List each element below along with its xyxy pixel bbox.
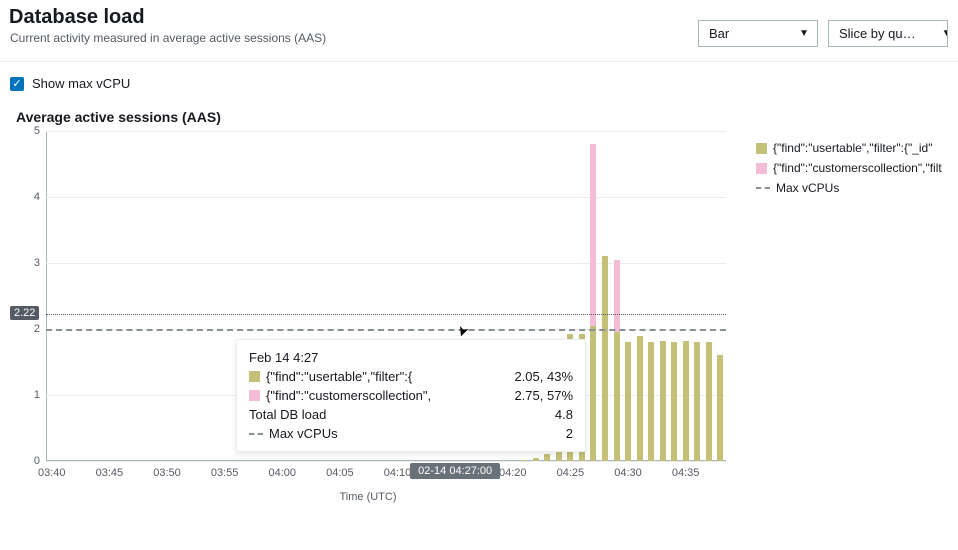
- x-tick-label: 04:10: [384, 467, 412, 479]
- chevron-down-icon: ▼: [799, 28, 809, 39]
- tooltip-total-value: 4.8: [555, 407, 573, 422]
- tooltip-maxvcpu-value: 2: [566, 426, 573, 441]
- x-tick-label: 04:05: [326, 467, 354, 479]
- legend-item[interactable]: {"find":"usertable","filter":{"_id": [756, 141, 948, 155]
- page-subtitle: Current activity measured in average act…: [10, 31, 326, 45]
- x-tick-label: 03:40: [38, 467, 66, 479]
- bar-segment-usertable: [602, 256, 608, 461]
- bar-segment-usertable: [590, 326, 596, 461]
- tooltip-dash-icon: [249, 433, 263, 435]
- chevron-down-icon: ▼: [942, 28, 948, 39]
- slice-by-value: Slice by qu…: [839, 26, 916, 41]
- x-ticks: 03:4003:4503:5003:5504:0004:0504:1004:15…: [46, 461, 726, 475]
- avg-badge: 2.22: [10, 306, 39, 320]
- bar-segment-usertable: [637, 336, 643, 461]
- x-tick-label: 04:20: [499, 467, 527, 479]
- options-row: ✓ Show max vCPU: [0, 62, 958, 95]
- x-tick-label: 03:55: [211, 467, 239, 479]
- bar-segment-usertable: [544, 454, 550, 461]
- legend-label: Max vCPUs: [776, 181, 839, 195]
- bar-segment-usertable: [706, 342, 712, 461]
- bar-segment-customerscollection: [614, 260, 620, 333]
- bar-segment-usertable: [694, 342, 700, 461]
- x-tick-label: 04:00: [269, 467, 297, 479]
- y-tick-label: 4: [10, 191, 40, 203]
- tooltip-total-label: Total DB load: [249, 407, 326, 422]
- y-tick-label: 5: [10, 125, 40, 137]
- y-tick-label: 1: [10, 389, 40, 401]
- x-tick-label: 03:45: [96, 467, 124, 479]
- legend-item[interactable]: Max vCPUs: [756, 181, 948, 195]
- page-title: Database load: [9, 6, 326, 29]
- bar-segment-usertable: [717, 355, 723, 461]
- legend-swatch-icon: [756, 143, 767, 154]
- tooltip-series-b-label: {"find":"customerscollection",: [266, 388, 431, 403]
- legend-label: {"find":"usertable","filter":{"_id": [773, 141, 933, 155]
- bar-segment-usertable: [683, 341, 689, 461]
- highlighted-tick-bubble: 02-14 04:27:00: [410, 463, 500, 479]
- tooltip-swatch-icon: [249, 390, 260, 401]
- y-tick-label: 2: [10, 323, 40, 335]
- plot-area[interactable]: 0123452.22➤Feb 14 4:27{"find":"usertable…: [46, 131, 726, 461]
- y-tick-label: 0: [10, 455, 40, 467]
- tooltip-maxvcpu-label: Max vCPUs: [269, 426, 338, 441]
- show-max-vcpu-checkbox[interactable]: ✓: [10, 77, 24, 91]
- chart-block: Average active sessions (AAS) 0123452.22…: [0, 95, 958, 503]
- bar-segment-usertable: [660, 341, 666, 461]
- tooltip-time: Feb 14 4:27: [249, 350, 573, 365]
- tooltip-series-a-value: 2.05, 43%: [514, 369, 573, 384]
- tooltip-series-a-label: {"find":"usertable","filter":{: [266, 369, 412, 384]
- chart-title: Average active sessions (AAS): [10, 109, 948, 131]
- x-tick-label: 04:35: [672, 467, 700, 479]
- title-area: Database load Current activity measured …: [10, 6, 326, 45]
- x-tick-label: 03:50: [153, 467, 181, 479]
- x-axis-label: Time (UTC): [10, 491, 726, 503]
- max-vcpu-line: [46, 329, 726, 331]
- x-tick-label: 04:30: [614, 467, 642, 479]
- chart-body: 0123452.22➤Feb 14 4:27{"find":"usertable…: [10, 131, 948, 503]
- bar-segment-usertable: [671, 342, 677, 461]
- legend: {"find":"usertable","filter":{"_id" {"fi…: [756, 131, 948, 201]
- legend-item[interactable]: {"find":"customerscollection","filt: [756, 161, 948, 175]
- legend-label: {"find":"customerscollection","filt: [773, 161, 942, 175]
- header: Database load Current activity measured …: [0, 0, 958, 62]
- tooltip-series-b-value: 2.75, 57%: [514, 388, 573, 403]
- chart-type-value: Bar: [709, 26, 729, 41]
- bar-segment-usertable: [648, 342, 654, 461]
- tooltip-swatch-icon: [249, 371, 260, 382]
- tooltip: Feb 14 4:27 {"find":"usertable","filter":…: [236, 339, 586, 452]
- y-tick-label: 3: [10, 257, 40, 269]
- x-tick-label: 04:25: [557, 467, 585, 479]
- plot-outer: 0123452.22➤Feb 14 4:27{"find":"usertable…: [10, 131, 726, 503]
- legend-dash-icon: [756, 187, 770, 189]
- avg-line: 2.22: [46, 314, 726, 315]
- show-max-vcpu-label: Show max vCPU: [32, 76, 130, 91]
- chart-type-select[interactable]: Bar ▼: [698, 20, 818, 47]
- slice-by-select[interactable]: Slice by qu… ▼: [828, 20, 948, 47]
- bar-segment-customerscollection: [590, 144, 596, 326]
- header-controls: Bar ▼ Slice by qu… ▼: [698, 6, 948, 47]
- bar-segment-usertable: [625, 342, 631, 461]
- bar-segment-usertable: [614, 332, 620, 461]
- legend-swatch-icon: [756, 163, 767, 174]
